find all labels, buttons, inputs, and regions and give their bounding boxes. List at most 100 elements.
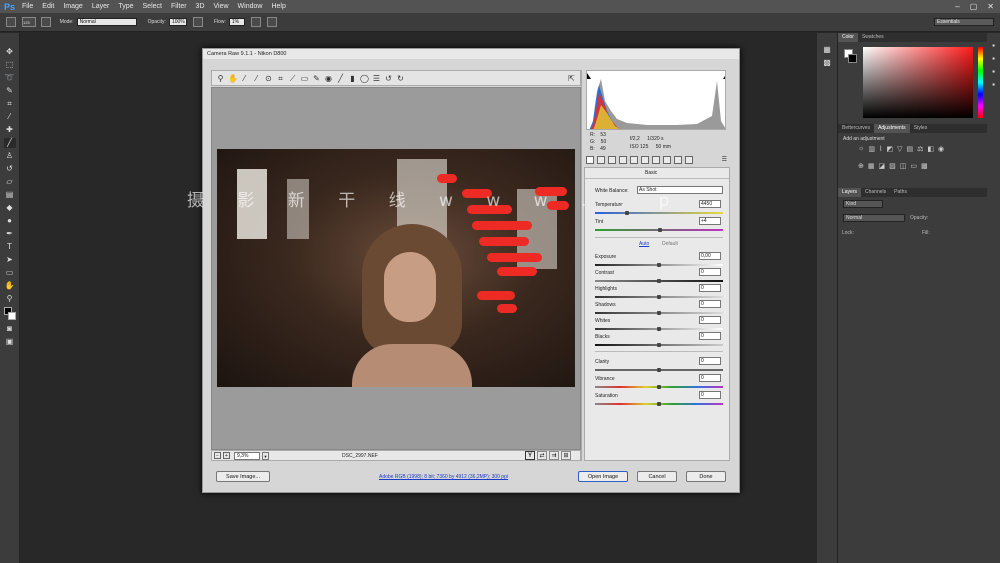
exposure-field[interactable]: 0,00 [699, 252, 721, 260]
dock-icon-4[interactable]: ▪ [990, 80, 998, 90]
blacks-field[interactable]: 0 [699, 332, 721, 340]
camera-calibration-tab-icon[interactable] [663, 155, 671, 164]
menu-select[interactable]: Select [143, 3, 162, 10]
whites-field[interactable]: 0 [699, 316, 721, 324]
detail-tab-icon[interactable] [608, 155, 616, 164]
vibrance-slider-thumb[interactable] [657, 385, 661, 389]
brightness-icon[interactable]: ☼ [858, 145, 864, 158]
color-balance-icon[interactable]: ⚖ [917, 145, 923, 158]
image-preview[interactable] [211, 87, 581, 450]
menu-view[interactable]: View [214, 3, 229, 10]
tint-field[interactable]: +4 [699, 217, 721, 225]
contrast-slider-thumb[interactable] [657, 279, 661, 283]
zoom-out-button[interactable]: − [214, 452, 221, 459]
basic-tab-icon[interactable] [586, 155, 594, 164]
rotate-left-icon[interactable]: ↺ [384, 74, 393, 83]
pen-tool-icon[interactable]: ✒ [4, 229, 16, 239]
crop-tool-icon[interactable]: ⌗ [276, 74, 285, 83]
color-sampler-icon[interactable]: ⁄ [252, 74, 261, 83]
selective-color-icon[interactable]: ▩ [921, 162, 928, 175]
maximize-button[interactable]: ▢ [970, 2, 978, 11]
straighten-tool-icon[interactable]: ⟋ [288, 74, 297, 83]
panel-menu-icon[interactable]: ☰ [722, 156, 727, 163]
posterize-icon[interactable]: ▨ [889, 162, 896, 175]
exposure-icon[interactable]: ◩ [886, 145, 893, 158]
zoom-dropdown-icon[interactable]: ▼ [262, 452, 269, 460]
layer-blend-mode[interactable]: Normal [843, 214, 905, 222]
tint-slider-thumb[interactable] [658, 228, 662, 232]
tab-styles[interactable]: Styles [910, 124, 932, 133]
clarity-field[interactable]: 0 [699, 357, 721, 365]
zoom-in-button[interactable]: + [223, 452, 230, 459]
eyedropper-tool-icon[interactable]: ⁄ [4, 112, 16, 122]
shadows-field[interactable]: 0 [699, 300, 721, 308]
menu-help[interactable]: Help [271, 3, 285, 10]
color-picker-field[interactable] [863, 47, 973, 118]
shape-tool-icon[interactable]: ▭ [4, 268, 16, 278]
hsl-tab-icon[interactable] [619, 155, 627, 164]
brush-panel-icon[interactable] [40, 17, 51, 27]
type-tool-icon[interactable]: T [4, 242, 16, 252]
blur-tool-icon[interactable]: ◆ [4, 203, 16, 213]
lookup-icon[interactable]: ▦ [868, 162, 875, 175]
tab-bettercurves[interactable]: Bettercurves [838, 124, 874, 133]
preferences-icon[interactable]: ☰ [372, 74, 381, 83]
history-panel-icon[interactable]: ▦ [821, 45, 833, 55]
transform-tool-icon[interactable]: ▭ [300, 74, 309, 83]
quick-mask-icon[interactable]: ◙ [4, 324, 16, 334]
menu-type[interactable]: Type [118, 3, 133, 10]
menu-layer[interactable]: Layer [92, 3, 110, 10]
tone-curve-tab-icon[interactable] [597, 155, 605, 164]
cancel-button[interactable]: Cancel [637, 471, 677, 482]
snapshots-tab-icon[interactable] [685, 155, 693, 164]
highlights-slider-thumb[interactable] [657, 295, 661, 299]
history-brush-tool-icon[interactable]: ↺ [4, 164, 16, 174]
done-button[interactable]: Done [686, 471, 726, 482]
healing-tool-icon[interactable]: ✚ [4, 125, 16, 135]
menu-edit[interactable]: Edit [42, 3, 54, 10]
zoom-tool-icon[interactable]: ⚲ [216, 74, 225, 83]
tab-paths[interactable]: Paths [890, 188, 911, 197]
toggle-settings-icon[interactable]: ⊞ [561, 451, 571, 460]
menu-3d[interactable]: 3D [196, 3, 205, 10]
background-color-swatch[interactable] [848, 54, 857, 63]
graduated-filter-icon[interactable]: ▮ [348, 74, 357, 83]
mode-select[interactable]: Normal [76, 18, 137, 26]
targeted-adjust-icon[interactable]: ⊙ [264, 74, 273, 83]
temperature-slider[interactable] [595, 212, 723, 214]
pressure-size-icon[interactable] [266, 17, 277, 27]
tab-color[interactable]: Color [838, 33, 858, 42]
vibrance-icon[interactable]: ▽ [897, 145, 902, 158]
hand-tool-icon[interactable]: ✋ [4, 281, 16, 291]
before-after-copy-icon[interactable]: ⇉ [549, 451, 559, 460]
flow-field[interactable]: 1% [228, 18, 245, 26]
saturation-field[interactable]: 0 [699, 391, 721, 399]
before-after-swap-icon[interactable]: ⇄ [537, 451, 547, 460]
default-link[interactable]: Default [662, 241, 678, 247]
auto-link[interactable]: Auto [639, 241, 649, 247]
tab-layers[interactable]: Layers [838, 188, 862, 197]
opacity-field[interactable]: 100% [168, 18, 187, 26]
brush-tool-icon[interactable]: ╱ [3, 138, 16, 148]
spot-removal-icon[interactable]: ✎ [312, 74, 321, 83]
workflow-options-link[interactable]: Adobe RGB (1998); 8 bit; 7360 by 4912 (3… [379, 474, 508, 480]
exposure-slider-thumb[interactable] [657, 263, 661, 267]
brush-settings-icon[interactable]: ▩ [821, 58, 833, 68]
highlights-field[interactable]: 0 [699, 284, 721, 292]
presets-tab-icon[interactable] [674, 155, 682, 164]
invert-icon[interactable]: ◪ [879, 162, 886, 175]
brush-tool-icon[interactable] [6, 17, 16, 27]
pressure-opacity-icon[interactable] [192, 17, 203, 27]
open-image-button[interactable]: Open Image [578, 471, 628, 482]
menu-filter[interactable]: Filter [171, 3, 187, 10]
white-balance-tool-icon[interactable]: ⁄ [240, 74, 249, 83]
marquee-tool-icon[interactable]: ⬚ [4, 60, 16, 70]
saturation-slider-thumb[interactable] [657, 402, 661, 406]
zoom-tool-icon[interactable]: ⚲ [4, 294, 16, 304]
tab-channels[interactable]: Channels [861, 188, 890, 197]
save-image-button[interactable]: Save Image... [216, 471, 270, 482]
photo-filter-icon[interactable]: ◉ [938, 145, 944, 158]
gradient-tool-icon[interactable]: ▤ [4, 190, 16, 200]
airbrush-icon[interactable] [250, 17, 261, 27]
effects-tab-icon[interactable] [652, 155, 660, 164]
